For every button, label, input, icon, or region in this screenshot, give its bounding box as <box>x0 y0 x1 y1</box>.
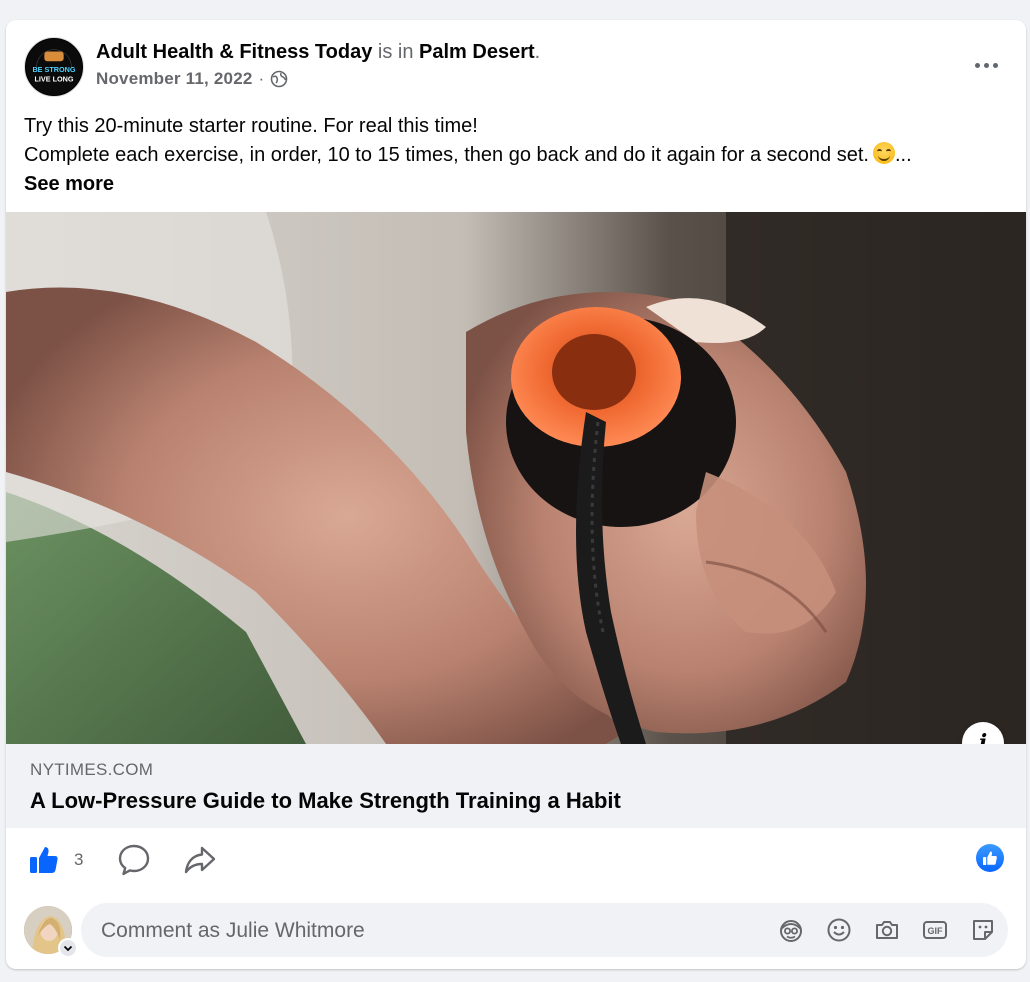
post-author-line: Adult Health & Fitness Today is in Palm … <box>96 40 540 64</box>
post-card: BE STRONG LIVE LONG Adult Health & Fitne… <box>6 20 1026 969</box>
globe-icon <box>270 70 288 88</box>
comment-box[interactable]: GIF <box>81 903 1008 959</box>
page-name-link[interactable]: Adult Health & Fitness Today <box>96 41 372 63</box>
chevron-down-icon[interactable] <box>58 938 78 958</box>
post-text-line2: Complete each exercise, in order, 10 to … <box>24 141 1014 170</box>
like-count: 3 <box>74 850 84 869</box>
post-header: BE STRONG LIVE LONG Adult Health & Fitne… <box>6 20 1026 104</box>
link-preview[interactable]: NYTIMES.COM A Low-Pressure Guide to Make… <box>6 744 1026 828</box>
like-reaction-badge[interactable] <box>976 844 1004 872</box>
location-link[interactable]: Palm Desert <box>419 41 535 63</box>
avatar-emoji-icon[interactable] <box>778 917 804 943</box>
meta-separator: · <box>258 69 265 88</box>
post-meta: November 11, 2022 · <box>96 69 288 89</box>
more-options-button[interactable] <box>966 50 1006 80</box>
post-text: Try this 20-minute starter routine. For … <box>24 112 1014 199</box>
comment-bubble-icon <box>117 843 151 877</box>
post-text-line1: Try this 20-minute starter routine. For … <box>24 115 478 137</box>
more-dot <box>983 62 989 68</box>
link-domain: NYTIMES.COM <box>30 760 154 779</box>
link-preview-image[interactable] <box>6 212 1026 744</box>
more-dot <box>992 62 998 68</box>
comment-input[interactable] <box>99 903 743 959</box>
sticker-icon[interactable] <box>970 917 996 943</box>
see-more-row: See more <box>24 170 1014 199</box>
smiling-face-emoji-icon <box>872 142 895 164</box>
gif-icon[interactable]: GIF <box>922 917 948 943</box>
more-dots-icon <box>974 62 980 68</box>
share-button[interactable] <box>183 842 217 878</box>
is-in-text: is in <box>377 41 414 63</box>
link-title: A Low-Pressure Guide to Make Strength Tr… <box>30 788 621 813</box>
thumbs-up-small-icon <box>983 851 997 865</box>
post-date-link[interactable]: November 11, 2022 <box>96 69 253 89</box>
avatar-text-mid: BE STRONG <box>32 65 75 74</box>
action-bar: 3 <box>6 828 1026 892</box>
thumbs-up-icon <box>28 844 60 876</box>
avatar-text-bottom: LIVE LONG <box>34 75 73 84</box>
comment-row: GIF <box>6 892 1026 969</box>
period-text: . <box>534 41 541 63</box>
see-more-button[interactable]: See more <box>24 173 114 195</box>
post-text-line2-content: Complete each exercise, in order, 10 to … <box>24 144 869 166</box>
page-avatar[interactable]: BE STRONG LIVE LONG <box>24 37 84 97</box>
share-arrow-icon <box>183 843 217 877</box>
smiley-icon[interactable] <box>826 917 852 943</box>
post-text-ellipsis: ... <box>894 144 912 166</box>
user-avatar[interactable] <box>24 906 78 958</box>
camera-icon[interactable] <box>874 917 900 943</box>
like-button[interactable]: 3 <box>28 842 83 878</box>
comment-button[interactable] <box>117 842 151 878</box>
svg-text:GIF: GIF <box>928 926 944 936</box>
